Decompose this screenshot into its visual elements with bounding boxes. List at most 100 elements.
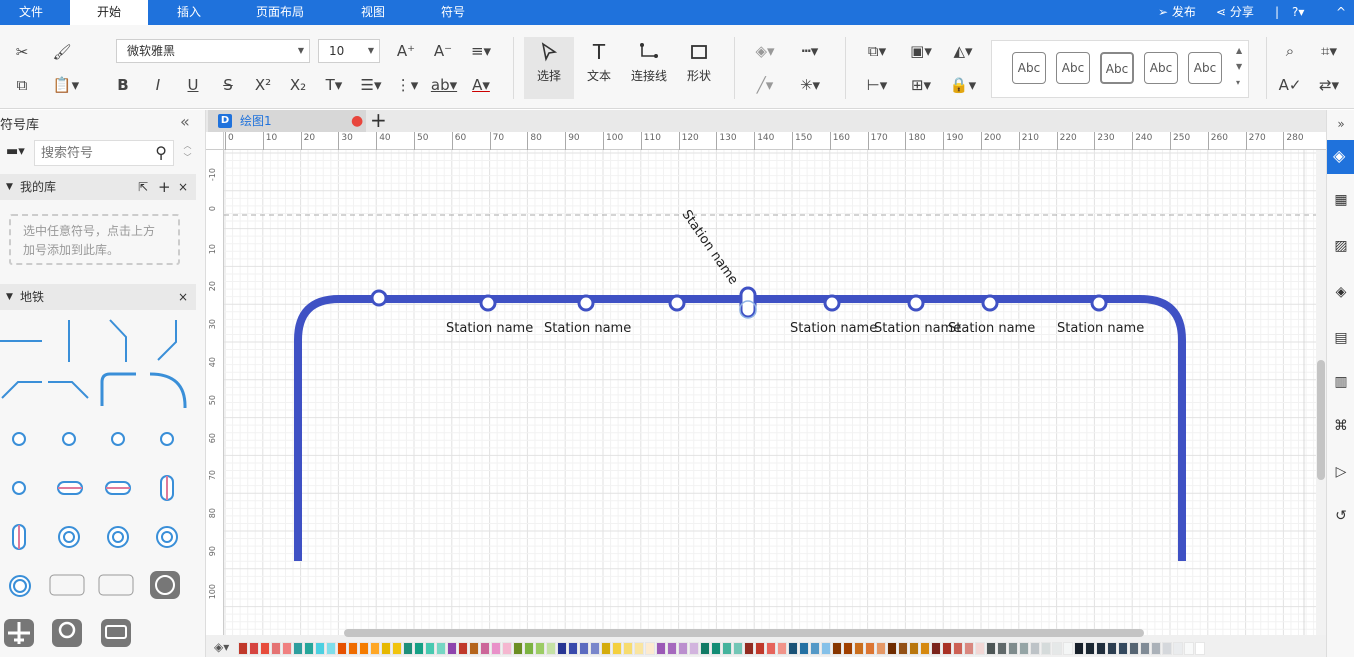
image-icon[interactable]: ▨: [1331, 236, 1351, 256]
shape-tool[interactable]: 形状: [674, 37, 724, 99]
color-swatch[interactable]: [997, 642, 1007, 655]
color-swatch[interactable]: [436, 642, 446, 655]
subscript-icon[interactable]: X₂: [287, 74, 309, 96]
select-tool[interactable]: 选择: [524, 37, 574, 99]
color-swatch[interactable]: [865, 642, 875, 655]
font-size-select[interactable]: 10 ▼: [318, 39, 380, 63]
color-swatch[interactable]: [469, 642, 479, 655]
station-label[interactable]: Station name: [446, 321, 533, 336]
color-swatch[interactable]: [1184, 642, 1194, 655]
color-swatch[interactable]: [315, 642, 325, 655]
fill-bucket-icon[interactable]: ◈▾: [214, 640, 229, 654]
horizontal-scrollbar[interactable]: [224, 628, 1316, 638]
layers-icon[interactable]: ◈: [1331, 282, 1351, 302]
station-label[interactable]: Station name: [678, 207, 740, 287]
color-swatch[interactable]: [403, 642, 413, 655]
color-swatch[interactable]: [546, 642, 556, 655]
line-spacing-icon[interactable]: ☰▾: [356, 74, 386, 96]
collapse-ribbon-icon[interactable]: ^: [1336, 0, 1346, 25]
gallery-scroll[interactable]: ▲ ▼ ▾: [1236, 43, 1242, 91]
color-swatch[interactable]: [975, 642, 985, 655]
decrease-font-icon[interactable]: A⁻: [432, 40, 454, 62]
color-swatch[interactable]: [513, 642, 523, 655]
color-swatch[interactable]: [777, 642, 787, 655]
close-icon[interactable]: ×: [178, 284, 188, 310]
color-swatch[interactable]: [667, 642, 677, 655]
color-swatch[interactable]: [689, 642, 699, 655]
export-icon[interactable]: ⇱: [138, 174, 148, 200]
color-swatch[interactable]: [1085, 642, 1095, 655]
highlight-icon[interactable]: ab▾: [429, 74, 459, 96]
color-swatch[interactable]: [601, 642, 611, 655]
color-swatch[interactable]: [359, 642, 369, 655]
fill-icon[interactable]: ◈▾: [750, 40, 780, 62]
color-swatch[interactable]: [1140, 642, 1150, 655]
color-swatch[interactable]: [238, 642, 248, 655]
color-swatch[interactable]: [799, 642, 809, 655]
color-swatch[interactable]: [612, 642, 622, 655]
line-color-icon[interactable]: ╱▾: [750, 74, 780, 96]
color-swatch[interactable]: [502, 642, 512, 655]
color-swatch[interactable]: [678, 642, 688, 655]
page-icon[interactable]: ▤: [1331, 328, 1351, 348]
help-icon[interactable]: ?▾: [1292, 0, 1304, 25]
document-tab[interactable]: D 绘图1 ●: [208, 110, 366, 132]
color-swatch[interactable]: [458, 642, 468, 655]
find-replace-icon[interactable]: ⌕: [1279, 40, 1301, 62]
text-format-icon[interactable]: T▾: [320, 74, 348, 96]
my-library-header[interactable]: ▼ 我的库 ⇱ + ×: [0, 174, 196, 200]
color-swatch[interactable]: [1074, 642, 1084, 655]
align-objects-icon[interactable]: ⊢▾: [862, 74, 892, 96]
color-swatch[interactable]: [293, 642, 303, 655]
effects-icon[interactable]: ✳▾: [793, 74, 827, 96]
color-swatch[interactable]: [337, 642, 347, 655]
underline-icon[interactable]: U: [182, 74, 204, 96]
color-swatch[interactable]: [700, 642, 710, 655]
color-swatch[interactable]: [326, 642, 336, 655]
color-swatch[interactable]: [645, 642, 655, 655]
color-swatch[interactable]: [810, 642, 820, 655]
color-swatch[interactable]: [1008, 642, 1018, 655]
station-label[interactable]: Station name: [948, 321, 1035, 336]
copy-icon[interactable]: ⧉: [11, 74, 33, 96]
color-swatch[interactable]: [381, 642, 391, 655]
color-swatch[interactable]: [733, 642, 743, 655]
color-swatch[interactable]: [249, 642, 259, 655]
scroll-thumb[interactable]: [1317, 360, 1325, 480]
color-swatch[interactable]: [788, 642, 798, 655]
color-swatch[interactable]: [722, 642, 732, 655]
color-swatch[interactable]: [964, 642, 974, 655]
search-input[interactable]: [35, 141, 145, 165]
font-family-select[interactable]: 微软雅黑 ▼: [116, 39, 310, 63]
bullet-list-icon[interactable]: ⋮▾: [392, 74, 422, 96]
cut-icon[interactable]: ✂: [11, 41, 33, 63]
menu-page-layout[interactable]: 页面布局: [240, 0, 320, 25]
color-swatch[interactable]: [931, 642, 941, 655]
superscript-icon[interactable]: X²: [252, 74, 274, 96]
menu-insert[interactable]: 插入: [150, 0, 228, 25]
color-swatch[interactable]: [1063, 642, 1073, 655]
color-swatch[interactable]: [590, 642, 600, 655]
color-swatch[interactable]: [986, 642, 996, 655]
color-swatch[interactable]: [843, 642, 853, 655]
connection-icon[interactable]: ⌘: [1331, 416, 1351, 436]
history-icon[interactable]: ↺: [1331, 506, 1351, 526]
vertical-scrollbar[interactable]: [1316, 150, 1326, 635]
collapse-panel-icon[interactable]: «: [180, 112, 190, 131]
menu-file[interactable]: 文件: [0, 0, 62, 25]
data-icon[interactable]: ▥: [1331, 372, 1351, 392]
style-sample[interactable]: Abc: [1188, 52, 1222, 84]
color-swatch[interactable]: [579, 642, 589, 655]
color-swatch[interactable]: [348, 642, 358, 655]
station-label[interactable]: Station name: [790, 321, 877, 336]
font-color-icon[interactable]: A▾: [466, 74, 496, 96]
replace-shape-icon[interactable]: ⇄▾: [1314, 74, 1344, 96]
color-swatch[interactable]: [656, 642, 666, 655]
color-swatch[interactable]: [1107, 642, 1117, 655]
italic-icon[interactable]: I: [147, 74, 169, 96]
color-swatch[interactable]: [766, 642, 776, 655]
add-tab-button[interactable]: +: [370, 108, 387, 132]
color-swatch[interactable]: [447, 642, 457, 655]
spell-check-icon[interactable]: A✓: [1279, 74, 1302, 96]
grid-view-icon[interactable]: ▦: [1331, 190, 1351, 210]
